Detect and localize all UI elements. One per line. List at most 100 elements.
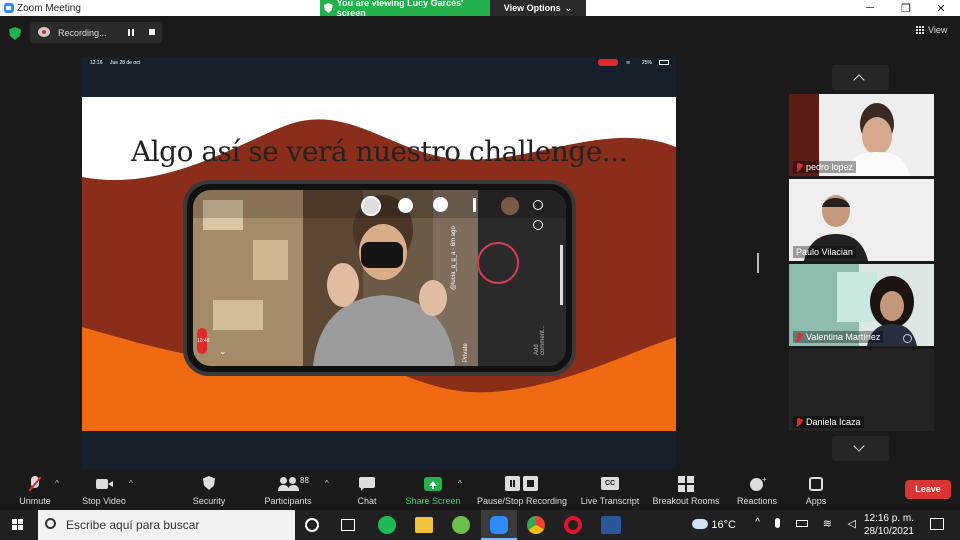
windows-start-icon[interactable] xyxy=(12,519,24,531)
pause-stop-recording-button[interactable]: Pause/Stop Recording xyxy=(472,470,572,510)
share-screen-button[interactable]: Share Screen xyxy=(401,470,465,510)
smiley-plus-icon: + xyxy=(747,475,767,492)
restore-button[interactable]: ❐ xyxy=(896,2,916,15)
cortana-icon[interactable] xyxy=(305,518,319,532)
chat-button[interactable]: Chat xyxy=(346,470,388,510)
video-handle: @lucia_g_g_a · 6m ago xyxy=(451,226,457,290)
share-icon xyxy=(533,200,543,210)
breakout-rooms-icon xyxy=(676,476,696,492)
participant-name: pedro lopez xyxy=(806,162,854,172)
view-layout-button[interactable]: View xyxy=(916,25,947,35)
participant-name: Valentina Martínez xyxy=(806,332,881,342)
weather-temperature[interactable]: 16°C xyxy=(711,519,736,531)
pause-recording-button[interactable] xyxy=(126,27,136,38)
participant-name-tag: Daniela Icaza xyxy=(793,416,864,428)
speaker-icon[interactable]: ◁ xyxy=(848,517,856,530)
apps-button[interactable]: Apps xyxy=(798,470,834,510)
wifi-icon: ≋ xyxy=(626,60,631,66)
word-icon[interactable] xyxy=(601,516,621,534)
status-date: Jue 28 de oct xyxy=(110,60,141,66)
meeting-toolbar: Unmute ^ Stop Video ^ Security 88 Partic… xyxy=(0,470,960,510)
reactions-button[interactable]: + Reactions xyxy=(732,470,782,510)
chat-label: Chat xyxy=(357,496,377,506)
search-icon xyxy=(45,518,56,529)
chat-bubble-icon xyxy=(357,476,377,492)
view-options-label: View Options xyxy=(503,3,561,13)
unmute-button[interactable]: Unmute xyxy=(10,470,60,510)
notifications-icon[interactable] xyxy=(930,518,944,530)
taskbar-time[interactable]: 12:16 p. m. xyxy=(858,513,914,524)
zoom-taskbar-item[interactable] xyxy=(481,510,517,540)
participant-name-tag: pedro lopez xyxy=(793,161,857,173)
chevron-down-icon xyxy=(853,440,865,452)
leave-button[interactable]: Leave xyxy=(905,480,951,499)
participant-tile[interactable]: Daniela Icaza xyxy=(789,349,934,431)
weather-cloud-icon[interactable] xyxy=(692,519,708,529)
pause-stop-icon xyxy=(505,476,539,492)
taskbar-date[interactable]: 28/10/2021 xyxy=(858,526,914,537)
connecting-spinner-icon xyxy=(903,334,912,343)
opera-icon[interactable] xyxy=(564,516,582,534)
chevron-down-icon: ⌄ xyxy=(219,346,227,356)
microphone-icon[interactable] xyxy=(775,518,780,528)
pause-stop-recording-label: Pause/Stop Recording xyxy=(476,496,568,506)
participants-scroll-down-button[interactable] xyxy=(832,436,889,461)
close-button[interactable]: ✕ xyxy=(931,2,951,15)
slide-title: Algo así se verá nuestro challenge... xyxy=(131,135,628,168)
participants-scroll-up-button[interactable] xyxy=(832,65,889,90)
view-layout-label: View xyxy=(928,25,948,35)
viewing-screen-banner: You are viewing Lucy Garcés' screen xyxy=(320,0,490,18)
live-transcript-button[interactable]: CC Live Transcript xyxy=(578,470,642,510)
cc-icon-text: CC xyxy=(601,477,619,490)
minimize-button[interactable]: ─ xyxy=(860,2,880,14)
video-options-caret[interactable]: ^ xyxy=(129,479,133,488)
recording-indicator: Recording... xyxy=(30,22,162,43)
unmute-label: Unmute xyxy=(19,496,51,506)
participant-name: Paulo Vilacian xyxy=(796,247,853,257)
apps-label: Apps xyxy=(805,496,827,506)
breakout-rooms-button[interactable]: Breakout Rooms xyxy=(648,470,724,510)
screen-record-indicator-icon xyxy=(598,59,618,66)
window-titlebar: Zoom Meeting You are viewing Lucy Garcés… xyxy=(0,0,960,18)
participant-name: Daniela Icaza xyxy=(806,417,861,427)
status-battery: 25% xyxy=(642,60,653,66)
battery-icon[interactable] xyxy=(796,520,808,527)
more-options-icon xyxy=(473,198,476,212)
chevron-up-icon[interactable]: ^ xyxy=(755,517,760,528)
mic-muted-icon xyxy=(25,476,45,492)
chrome-icon[interactable] xyxy=(527,516,545,534)
task-view-icon[interactable] xyxy=(341,519,355,531)
participant-tile[interactable]: pedro lopez xyxy=(789,94,934,176)
windows-taskbar: Escribe aquí para buscar 16°C ^ ≋ ◁ 12:1… xyxy=(0,510,960,540)
share-screen-icon xyxy=(423,476,443,492)
shield-icon xyxy=(199,476,219,492)
spotify-icon[interactable] xyxy=(378,516,396,534)
participant-name-tag: Valentina Martínez xyxy=(793,331,884,343)
security-label: Security xyxy=(192,496,226,506)
panel-resize-handle[interactable] xyxy=(757,253,759,273)
taskbar-search-box[interactable]: Escribe aquí para buscar xyxy=(38,510,295,540)
stop-recording-button[interactable] xyxy=(147,27,157,38)
reactions-label: Reactions xyxy=(736,496,778,506)
cloud-recording-icon xyxy=(38,27,50,37)
file-explorer-icon[interactable] xyxy=(415,517,433,533)
security-button[interactable]: Security xyxy=(184,470,234,510)
android-app-icon[interactable] xyxy=(452,516,470,534)
breakout-rooms-label: Breakout Rooms xyxy=(652,496,720,506)
share-options-caret[interactable]: ^ xyxy=(458,479,462,488)
participants-options-caret[interactable]: ^ xyxy=(325,479,329,488)
audio-options-caret[interactable]: ^ xyxy=(55,479,59,488)
share-screen-label: Share Screen xyxy=(405,496,461,506)
participants-icon xyxy=(278,476,299,492)
view-options-button[interactable]: View Options ⌄ xyxy=(490,0,586,16)
stop-video-button[interactable]: Stop Video xyxy=(76,470,132,510)
shield-icon xyxy=(324,3,333,13)
zoom-icon xyxy=(490,516,508,534)
mic-muted-icon xyxy=(796,332,802,342)
wifi-icon[interactable]: ≋ xyxy=(823,517,832,530)
profile-avatar xyxy=(499,195,521,217)
participant-tile[interactable]: Valentina Martínez xyxy=(789,264,934,346)
participant-tile[interactable]: Paulo Vilacian xyxy=(789,179,934,261)
zoom-app-icon xyxy=(4,3,14,13)
participants-button[interactable]: 88 Participants xyxy=(258,470,318,510)
